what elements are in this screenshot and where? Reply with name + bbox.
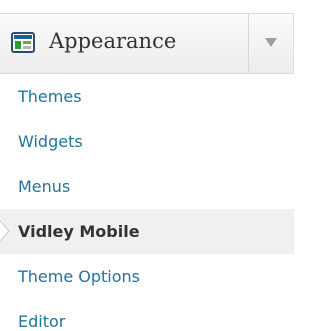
submenu-item-themes[interactable]: Themes <box>0 74 294 119</box>
submenu-item-label: Theme Options <box>18 267 141 286</box>
menu-toggle-button[interactable] <box>249 14 293 73</box>
submenu-item-theme-options[interactable]: Theme Options <box>0 254 294 299</box>
triangle-down-icon <box>265 38 277 47</box>
appearance-menu-header[interactable]: Appearance <box>0 13 294 74</box>
admin-menu-section: Appearance Themes Widgets Menus Vidley M… <box>0 0 297 331</box>
submenu-item-menus[interactable]: Menus <box>0 164 294 209</box>
current-pointer-icon <box>0 221 10 241</box>
submenu-item-label: Widgets <box>18 132 83 151</box>
appearance-submenu: Themes Widgets Menus Vidley Mobile Theme… <box>0 74 294 331</box>
submenu-item-label: Vidley Mobile <box>18 222 140 241</box>
submenu-item-label: Themes <box>18 87 82 106</box>
submenu-item-editor[interactable]: Editor <box>0 299 294 331</box>
submenu-item-widgets[interactable]: Widgets <box>0 119 294 164</box>
submenu-item-label: Menus <box>18 177 71 196</box>
submenu-item-vidley-mobile[interactable]: Vidley Mobile <box>0 209 294 254</box>
menu-title: Appearance <box>49 29 177 53</box>
submenu-item-label: Editor <box>18 312 66 331</box>
appearance-icon <box>11 32 35 53</box>
